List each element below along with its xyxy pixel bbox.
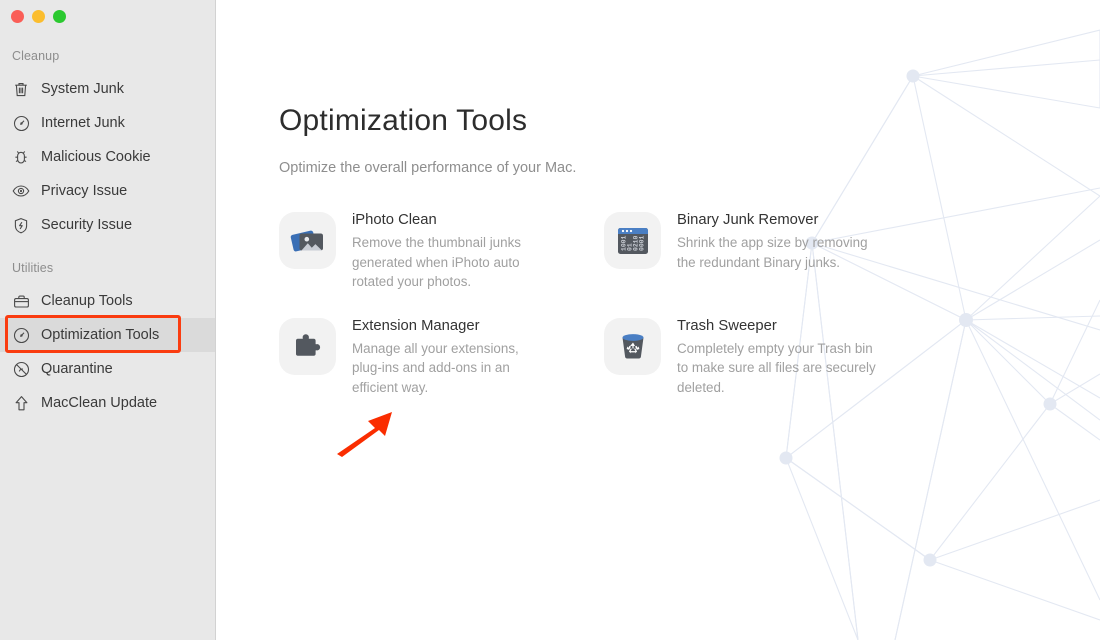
no-entry-icon <box>12 360 30 378</box>
window-controls <box>11 10 66 23</box>
main-content: Optimization Tools Optimize the overall … <box>216 0 1100 640</box>
svg-text:0001: 0001 <box>638 235 645 251</box>
sidebar-item-internet-junk[interactable]: Internet Junk <box>0 106 215 140</box>
speedometer-icon <box>12 326 30 344</box>
sidebar-item-macclean-update[interactable]: MacClean Update <box>0 386 215 420</box>
sidebar-item-quarantine[interactable]: Quarantine <box>0 352 215 386</box>
sidebar-section-label-utilities: Utilities <box>12 261 54 275</box>
sidebar-item-label: Quarantine <box>41 361 113 377</box>
app-window: Cleanup System Junk Internet Junk Malici… <box>0 0 1100 640</box>
sidebar-item-label: Optimization Tools <box>41 327 160 343</box>
tool-card-description: Manage all your extensions, plug-ins and… <box>352 340 519 395</box>
tool-card-trash-sweeper[interactable]: Trash Sweeper Completely empty your Tras… <box>604 316 929 398</box>
photo-stack-icon <box>279 212 336 269</box>
sidebar-item-label: Malicious Cookie <box>41 149 151 165</box>
sidebar-item-label: System Junk <box>41 81 124 97</box>
tool-card-description: Completely empty your Trash bin to make … <box>677 340 876 395</box>
sidebar-item-label: MacClean Update <box>41 395 158 411</box>
content-area: Optimization Tools Optimize the overall … <box>216 0 1100 397</box>
eye-icon <box>12 182 30 200</box>
sidebar-section-label-cleanup: Cleanup <box>12 49 60 63</box>
up-arrow-icon <box>12 394 30 412</box>
speedometer-icon <box>12 114 30 132</box>
puzzle-piece-icon <box>279 317 336 375</box>
sidebar-item-security-issue[interactable]: Security Issue <box>0 208 215 242</box>
sidebar: Cleanup System Junk Internet Junk Malici… <box>0 0 216 640</box>
tool-card-title: Trash Sweeper <box>677 317 777 334</box>
tool-card-description: Shrink the app size by removing the redu… <box>677 235 868 270</box>
red-arrow-annotation <box>337 412 392 457</box>
sidebar-section-cleanup: Cleanup System Junk Internet Junk Malici… <box>0 49 215 242</box>
tool-card-title: iPhoto Clean <box>352 212 437 228</box>
tool-card-text: Binary Junk Remover Shrink the app size … <box>677 210 877 272</box>
sidebar-item-cleanup-tools[interactable]: Cleanup Tools <box>0 284 215 318</box>
minimize-button[interactable] <box>32 10 45 23</box>
tools-grid: iPhoto Clean Remove the thumbnail junks … <box>279 210 1100 397</box>
close-button[interactable] <box>11 10 24 23</box>
sidebar-item-label: Cleanup Tools <box>41 293 133 309</box>
tool-card-text: Extension Manager Manage all your extens… <box>352 316 548 398</box>
bug-icon <box>12 148 30 166</box>
sidebar-item-optimization-tools[interactable]: Optimization Tools <box>0 318 215 352</box>
trash-icon <box>12 80 30 98</box>
tool-card-text: Trash Sweeper Completely empty your Tras… <box>677 316 877 398</box>
sidebar-item-label: Security Issue <box>41 217 133 233</box>
tool-card-description: Remove the thumbnail junks generated whe… <box>352 235 521 289</box>
page-title: Optimization Tools <box>279 104 528 137</box>
sidebar-item-system-junk[interactable]: System Junk <box>0 72 215 106</box>
tool-card-title: Extension Manager <box>352 317 480 334</box>
tool-card-text: iPhoto Clean Remove the thumbnail junks … <box>352 210 548 292</box>
page-subtitle: Optimize the overall performance of your… <box>279 160 577 176</box>
sidebar-section-utilities: Utilities Cleanup Tools Optimization Too… <box>0 261 215 420</box>
shield-bolt-icon <box>12 216 30 234</box>
binary-window-icon: 1001 01 0210 0001 <box>604 212 661 269</box>
tool-card-iphoto-clean[interactable]: iPhoto Clean Remove the thumbnail junks … <box>279 210 604 292</box>
briefcase-icon <box>12 292 30 310</box>
tool-card-title: Binary Junk Remover <box>677 212 819 228</box>
tool-card-binary-junk-remover[interactable]: 1001 01 0210 0001 Binary Junk Remover Sh… <box>604 210 929 292</box>
tool-card-extension-manager[interactable]: Extension Manager Manage all your extens… <box>279 316 604 398</box>
sidebar-item-label: Internet Junk <box>41 115 125 131</box>
sidebar-item-privacy-issue[interactable]: Privacy Issue <box>0 174 215 208</box>
trash-bin-icon <box>604 317 661 375</box>
maximize-button[interactable] <box>53 10 66 23</box>
sidebar-item-label: Privacy Issue <box>41 183 128 199</box>
sidebar-item-malicious-cookie[interactable]: Malicious Cookie <box>0 140 215 174</box>
